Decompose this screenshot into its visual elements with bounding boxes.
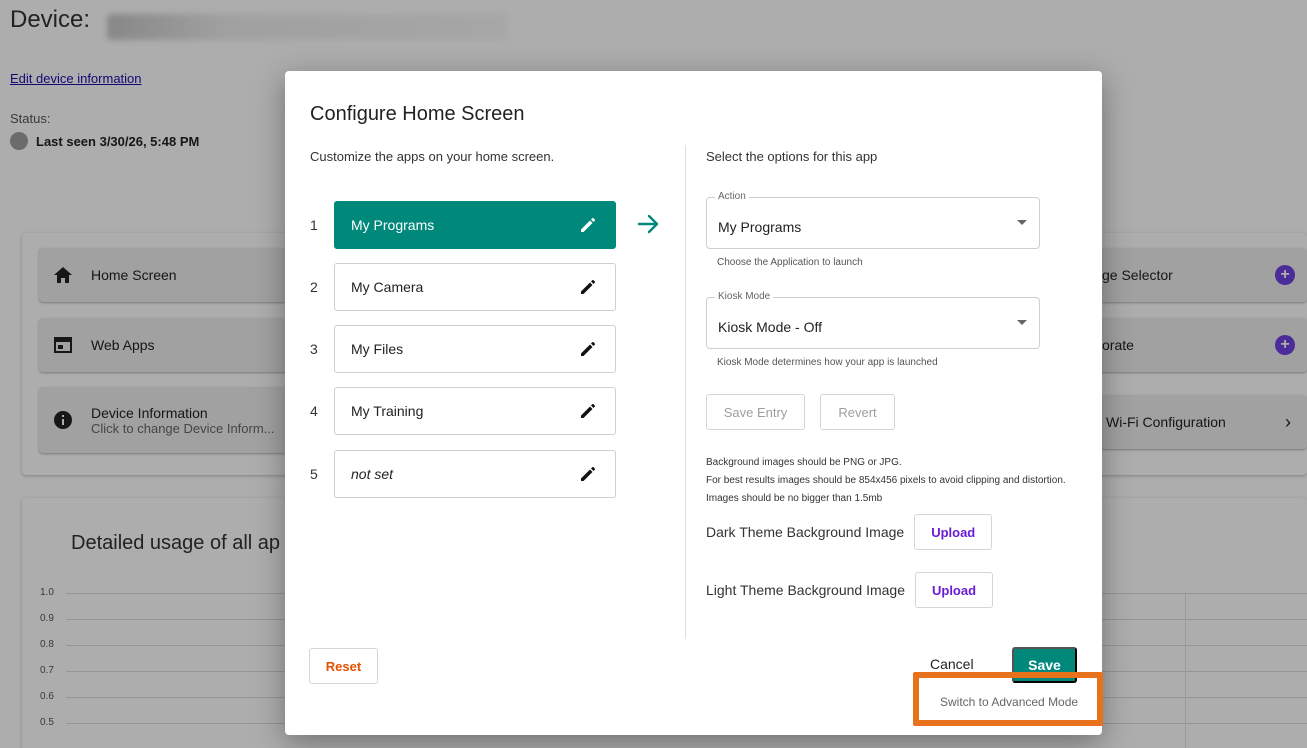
dark-upload-button[interactable]: Upload <box>914 514 993 550</box>
kiosk-mode-select[interactable]: Kiosk Mode Kiosk Mode - Off <box>706 291 1040 349</box>
pencil-icon[interactable] <box>579 216 597 237</box>
slot-row: 1 My Programs <box>310 201 616 249</box>
light-upload-button[interactable]: Upload <box>914 572 994 608</box>
background-note-line2: For best results images should be 854x45… <box>706 475 1066 504</box>
light-theme-row: Light Theme Background Image Upload <box>706 572 994 608</box>
slot-my-files[interactable]: My Files <box>334 325 616 373</box>
configure-home-screen-dialog: Configure Home Screen Customize the apps… <box>285 71 1102 735</box>
slot-row: 3 My Files <box>310 325 616 373</box>
kiosk-mode-value: Kiosk Mode - Off <box>718 319 823 335</box>
caret-down-icon <box>1017 220 1027 225</box>
cancel-button[interactable]: Cancel <box>930 656 974 672</box>
slot-number: 3 <box>310 341 318 357</box>
slot-label: My Files <box>351 341 404 357</box>
arrow-right-icon <box>637 212 661 241</box>
kiosk-helper-text: Kiosk Mode determines how your app is la… <box>717 357 938 368</box>
slot-number: 5 <box>310 466 318 482</box>
pencil-icon[interactable] <box>579 278 597 299</box>
reset-button[interactable]: Reset <box>309 648 378 684</box>
slot-label: not set <box>351 466 394 482</box>
slot-number: 4 <box>310 403 318 419</box>
slot-label: My Training <box>351 403 424 419</box>
slot-row: 5 not set <box>310 450 616 498</box>
dialog-subtitle: Customize the apps on your home screen. <box>310 149 555 164</box>
pencil-icon[interactable] <box>579 340 597 361</box>
slot-label: My Camera <box>351 279 424 295</box>
light-theme-label: Light Theme Background Image <box>706 582 905 598</box>
save-button[interactable]: Save <box>1012 647 1077 683</box>
slot-not-set[interactable]: not set <box>334 450 616 498</box>
action-select[interactable]: Action My Programs <box>706 191 1040 249</box>
dark-theme-label: Dark Theme Background Image <box>706 524 905 540</box>
slot-number: 2 <box>310 279 318 295</box>
save-entry-button[interactable]: Save Entry <box>706 394 805 430</box>
slot-label: My Programs <box>351 217 435 233</box>
action-select-legend: Action <box>715 191 749 202</box>
action-helper-text: Choose the Application to launch <box>717 257 863 268</box>
caret-down-icon <box>1017 320 1027 325</box>
slot-number: 1 <box>310 217 318 233</box>
revert-button[interactable]: Revert <box>820 394 895 430</box>
slot-row: 4 My Training <box>310 387 616 435</box>
dark-theme-row: Dark Theme Background Image Upload <box>706 514 993 550</box>
action-select-value: My Programs <box>718 219 802 235</box>
kiosk-mode-legend: Kiosk Mode <box>715 291 774 302</box>
slot-my-training[interactable]: My Training <box>334 387 616 435</box>
column-divider <box>685 145 686 639</box>
pencil-icon[interactable] <box>579 465 597 486</box>
background-note-line1: Background images should be PNG or JPG. <box>706 457 902 468</box>
options-heading: Select the options for this app <box>706 149 878 164</box>
slot-my-programs[interactable]: My Programs <box>334 201 616 249</box>
slot-row: 2 My Camera <box>310 263 616 311</box>
switch-advanced-mode-link[interactable]: Switch to Advanced Mode <box>940 695 1078 709</box>
slot-my-camera[interactable]: My Camera <box>334 263 616 311</box>
pencil-icon[interactable] <box>579 402 597 423</box>
dialog-title: Configure Home Screen <box>310 103 525 125</box>
